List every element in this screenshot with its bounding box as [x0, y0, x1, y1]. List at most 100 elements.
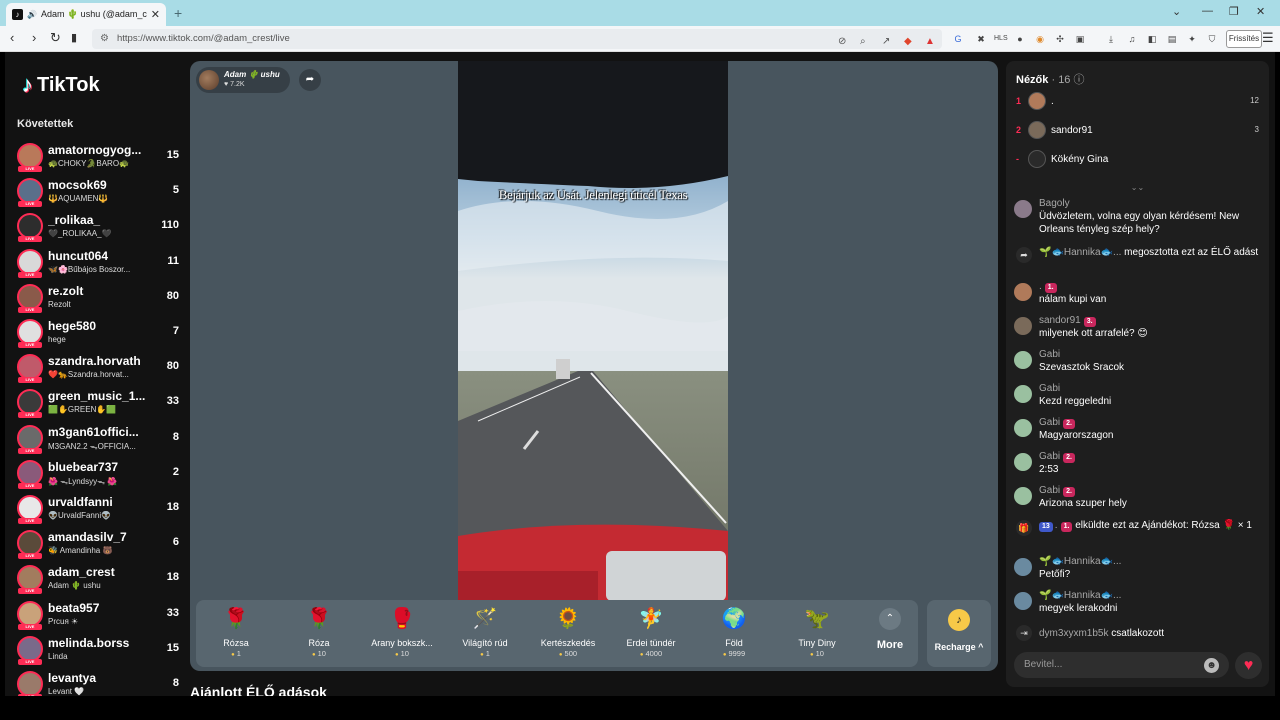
- gift-item[interactable]: 🪄 Világító rúd1: [445, 606, 525, 664]
- following-item[interactable]: LIVE m3gan61offici... M3GAN2.2 ᯓOFFICIA...…: [15, 422, 185, 456]
- zoom-icon[interactable]: ⌕: [860, 32, 866, 52]
- chevron-down-icon[interactable]: ⌄: [1172, 5, 1181, 18]
- avatar[interactable]: [1014, 200, 1032, 218]
- live-video[interactable]: Bejárjuk az Usát. Jelenlegi úticél Texas: [458, 61, 728, 601]
- following-item[interactable]: LIVE urvaldfanni 👽UrvaldFanni👽 18: [15, 492, 185, 526]
- avatar[interactable]: [1014, 558, 1032, 576]
- leo-ai-icon[interactable]: ✦: [1186, 33, 1198, 45]
- avatar[interactable]: [17, 459, 43, 486]
- avatar[interactable]: [1028, 92, 1046, 110]
- following-item[interactable]: LIVE beata957 Рrсuя ☀ 33: [15, 598, 185, 632]
- back-icon[interactable]: ‹: [10, 31, 14, 45]
- new-tab-icon[interactable]: +: [174, 5, 182, 21]
- top-viewer-row[interactable]: 2 sandor91 3: [1014, 120, 1259, 142]
- recharge-button[interactable]: ♪ Recharge ^: [927, 600, 991, 667]
- avatar[interactable]: [17, 635, 43, 662]
- chat-username[interactable]: dym3xyxm1b5k: [1039, 628, 1108, 639]
- top-viewer-row[interactable]: - Kökény Gina: [1014, 149, 1259, 171]
- sidebar-icon[interactable]: ◧: [1146, 33, 1158, 45]
- chat-username[interactable]: Gabi: [1039, 485, 1060, 496]
- extensions-puzzle-icon[interactable]: ✣: [1054, 33, 1066, 45]
- following-item[interactable]: LIVE huncut064 🦋🌸Bűbájos Boszor... 11: [15, 246, 185, 280]
- refresh-button[interactable]: Frissítés: [1226, 30, 1262, 48]
- avatar[interactable]: [17, 283, 43, 310]
- host-info[interactable]: Adam 🌵 ushu ♥ 7.2K: [196, 67, 290, 93]
- following-item[interactable]: LIVE _rolikaa_ 🖤_ROLIKAA_🖤 110: [15, 210, 185, 244]
- menu-icon[interactable]: ☰: [1262, 30, 1274, 46]
- gift-item[interactable]: 🌹 Rózsa1: [196, 606, 276, 664]
- share-icon[interactable]: ↗: [882, 32, 890, 52]
- extension-circle-icon[interactable]: ●: [1014, 33, 1026, 45]
- following-item[interactable]: LIVE melinda.borss Linda 15: [15, 633, 185, 667]
- avatar[interactable]: [1014, 419, 1032, 437]
- screenshot-icon[interactable]: ▣: [1074, 33, 1086, 45]
- avatar[interactable]: [1014, 487, 1032, 505]
- forward-icon[interactable]: ›: [32, 31, 36, 45]
- hls-extension-icon[interactable]: HLS: [994, 33, 1008, 45]
- following-item[interactable]: LIVE adam_crest Adam 🌵 ushu 18: [15, 562, 185, 596]
- avatar[interactable]: [17, 424, 43, 451]
- share-stream-icon[interactable]: ➦: [299, 69, 321, 91]
- chat-username[interactable]: 🌱🐟Hannika🐟...: [1039, 590, 1121, 601]
- avatar[interactable]: [17, 248, 43, 275]
- following-item[interactable]: LIVE green_music_1... 🟩✋GREEN✋🟩 33: [15, 386, 185, 420]
- more-gifts-button[interactable]: ⌃ More: [866, 608, 914, 651]
- chat-username[interactable]: Gabi: [1039, 417, 1060, 428]
- avatar[interactable]: [17, 600, 43, 627]
- top-viewer-row[interactable]: 1. 12: [1014, 91, 1259, 113]
- gift-item[interactable]: 🌹 Róza10: [279, 606, 359, 664]
- following-item[interactable]: LIVE levantya Levant 🤍 8: [15, 668, 185, 696]
- chat-username[interactable]: Bagoly: [1039, 198, 1070, 209]
- gift-item[interactable]: 🌻 Kertészkedés500: [528, 606, 608, 664]
- chat-username[interactable]: 🌱🐟Hannika🐟...: [1039, 247, 1121, 258]
- gift-item[interactable]: 🥊 Arany bokszk...10: [362, 606, 442, 664]
- reload-icon[interactable]: ↻: [50, 31, 61, 45]
- extension-color-icon[interactable]: ◉: [1034, 33, 1046, 45]
- chat-username[interactable]: Gabi: [1039, 383, 1060, 394]
- emoji-icon[interactable]: ☻: [1204, 658, 1219, 673]
- translate-icon[interactable]: G: [952, 33, 964, 45]
- brave-shield-icon[interactable]: ◆: [904, 32, 912, 52]
- gift-item[interactable]: 🦖 Tiny Diny10: [777, 606, 857, 664]
- avatar[interactable]: [1028, 121, 1046, 139]
- like-heart-button[interactable]: ♥: [1235, 652, 1262, 679]
- info-icon[interactable]: ⓘ: [1074, 74, 1085, 86]
- avatar[interactable]: [1014, 385, 1032, 403]
- vpn-icon[interactable]: ⛉: [1206, 33, 1218, 45]
- address-bar[interactable]: ⚙ https://www.tiktok.com/@adam_crest/liv…: [92, 29, 942, 49]
- reader-off-icon[interactable]: ⊘: [838, 32, 846, 52]
- bookmark-icon[interactable]: ▮: [71, 31, 77, 45]
- media-icon[interactable]: ♫: [1126, 33, 1138, 45]
- restore-icon[interactable]: ❐: [1229, 5, 1239, 18]
- chat-username[interactable]: .: [1039, 281, 1042, 292]
- following-item[interactable]: LIVE mocsok69 🔱AQUAMEN🔱 5: [15, 175, 185, 209]
- chat-username[interactable]: 🌱🐟Hannika🐟...: [1039, 556, 1121, 567]
- rewards-icon[interactable]: ▲: [925, 32, 935, 52]
- chat-username[interactable]: .: [1055, 520, 1058, 531]
- following-item[interactable]: LIVE re.zolt Rezolt 80: [15, 281, 185, 315]
- browser-tab[interactable]: ♪ 🔊 Adam 🌵 ushu (@adam_crest ✕: [6, 3, 166, 26]
- chat-username[interactable]: sandor91: [1039, 315, 1081, 326]
- site-settings-icon[interactable]: ⚙: [100, 29, 109, 49]
- collapse-chevron-icon[interactable]: ⌄⌄: [1006, 183, 1269, 192]
- minimize-icon[interactable]: —: [1202, 5, 1213, 17]
- following-item[interactable]: LIVE amandasilv_7 🐝 Amandinha 🐻 6: [15, 527, 185, 561]
- extension-x-icon[interactable]: ✖: [975, 33, 987, 45]
- gift-item[interactable]: 🧚 Erdei tündér4000: [611, 606, 691, 664]
- chat-username[interactable]: Gabi: [1039, 451, 1060, 462]
- avatar[interactable]: [17, 671, 43, 696]
- speaker-icon[interactable]: 🔊: [27, 10, 37, 19]
- gift-item[interactable]: 🌍 Föld9999: [694, 606, 774, 664]
- avatar[interactable]: [1014, 351, 1032, 369]
- host-avatar[interactable]: [199, 70, 219, 90]
- avatar[interactable]: [1014, 453, 1032, 471]
- following-item[interactable]: LIVE hege580 hege 7: [15, 316, 185, 350]
- avatar[interactable]: [1014, 283, 1032, 301]
- chat-input[interactable]: Bevitel... ☻: [1014, 652, 1229, 678]
- avatar[interactable]: [1014, 317, 1032, 335]
- following-item[interactable]: LIVE szandra.horvath ❤️🐆Szandra.horvat... 8…: [15, 351, 185, 385]
- wallet-icon[interactable]: ▤: [1166, 33, 1178, 45]
- avatar[interactable]: [1014, 592, 1032, 610]
- following-item[interactable]: LIVE amatornogyog... 🐢CHOKY🐊BARO🐢 15: [15, 140, 185, 174]
- download-icon[interactable]: ⤓: [1105, 33, 1117, 45]
